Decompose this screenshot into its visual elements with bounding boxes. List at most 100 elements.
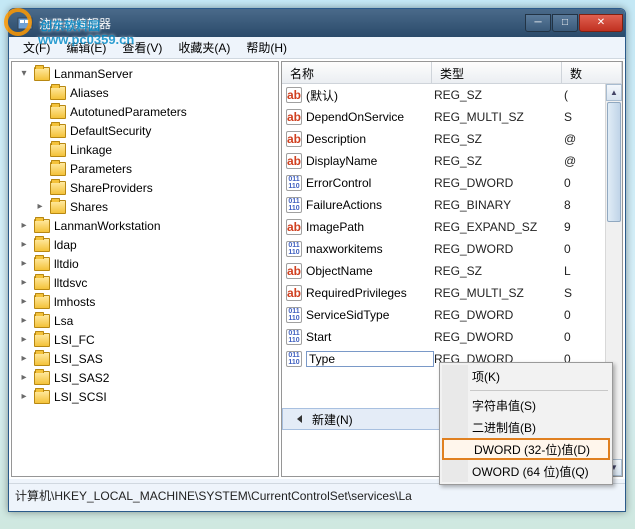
list-item[interactable]: (默认)REG_SZ( [282, 84, 622, 106]
tree-node[interactable]: AutotunedParameters [12, 102, 278, 121]
expand-icon[interactable]: ▸ [34, 201, 46, 212]
list-item[interactable]: DisplayNameREG_SZ@ [282, 150, 622, 172]
list-item[interactable]: RequiredPrivilegesREG_MULTI_SZS [282, 282, 622, 304]
binary-value-icon: 011110 [286, 175, 302, 191]
folder-icon [50, 86, 66, 100]
tree-label: Lsa [54, 314, 73, 328]
tree-node[interactable]: ▸ LSI_FC [12, 330, 278, 349]
tree-label: lltdio [54, 257, 79, 271]
value-type: REG_SZ [434, 88, 564, 102]
value-type: REG_BINARY [434, 198, 564, 212]
tree-node[interactable]: ▸ ldap [12, 235, 278, 254]
tree-node[interactable]: ShareProviders [12, 178, 278, 197]
submenu-dword[interactable]: DWORD (32-位)值(D) [442, 438, 610, 460]
submenu-key[interactable]: 项(K) [442, 365, 610, 387]
list-item[interactable]: ImagePathREG_EXPAND_SZ9 [282, 216, 622, 238]
watermark-overlay: 创东软料园 www.pc0359.cn [4, 2, 134, 47]
expand-icon[interactable]: ▸ [18, 353, 30, 364]
status-bar: 计算机\HKEY_LOCAL_MACHINE\SYSTEM\CurrentCon… [9, 483, 625, 507]
tree-label: DefaultSecurity [70, 124, 151, 138]
list-item[interactable]: DescriptionREG_SZ@ [282, 128, 622, 150]
expand-icon[interactable]: ▸ [18, 334, 30, 345]
folder-icon [50, 162, 66, 176]
tree-node[interactable]: ▾ LanmanServer [12, 64, 278, 83]
watermark-url: www.pc0359.cn [38, 32, 134, 47]
binary-value-icon: 011110 [286, 351, 302, 367]
list-item[interactable]: ObjectNameREG_SZL [282, 260, 622, 282]
maximize-button[interactable]: □ [552, 14, 578, 32]
tree-node[interactable]: ▸ lltdio [12, 254, 278, 273]
value-name: ObjectName [306, 264, 434, 278]
list-item[interactable]: DependOnServiceREG_MULTI_SZS [282, 106, 622, 128]
string-value-icon [286, 263, 302, 279]
new-submenu: 项(K) 字符串值(S) 二进制值(B) DWORD (32-位)值(D) OW… [439, 362, 613, 485]
tree-node[interactable]: ▸ lltdsvc [12, 273, 278, 292]
submenu-binary[interactable]: 二进制值(B) [442, 416, 610, 438]
value-name: ServiceSidType [306, 308, 434, 322]
tree-node[interactable]: Parameters [12, 159, 278, 178]
tree-label: LanmanWorkstation [54, 219, 161, 233]
string-value-icon [286, 109, 302, 125]
tree-label: LSI_SAS2 [54, 371, 109, 385]
tree-label: lmhosts [54, 295, 95, 309]
string-value-icon [286, 87, 302, 103]
tree-label: LanmanServer [54, 67, 133, 81]
menu-help[interactable]: 帮助(H) [238, 37, 295, 58]
list-item[interactable]: 011110FailureActionsREG_BINARY8 [282, 194, 622, 216]
tree-node[interactable]: ▸ LSI_SAS2 [12, 368, 278, 387]
expand-icon[interactable]: ▸ [18, 296, 30, 307]
expand-icon[interactable]: ▸ [18, 258, 30, 269]
expand-icon[interactable]: ▸ [18, 372, 30, 383]
tree-label: lltdsvc [54, 276, 87, 290]
expand-icon[interactable]: ▾ [18, 68, 30, 79]
tree-node[interactable]: ▸ Lsa [12, 311, 278, 330]
value-type: REG_EXPAND_SZ [434, 220, 564, 234]
string-value-icon [286, 153, 302, 169]
expand-icon[interactable]: ▸ [18, 315, 30, 326]
minimize-button[interactable]: ─ [525, 14, 551, 32]
value-type: REG_DWORD [434, 176, 564, 190]
tree-label: Aliases [70, 86, 109, 100]
folder-icon [50, 181, 66, 195]
tree-node[interactable]: ▸Shares [12, 197, 278, 216]
close-button[interactable]: ✕ [579, 14, 623, 32]
value-type: REG_SZ [434, 132, 564, 146]
tree-label: LSI_FC [54, 333, 95, 347]
value-name: ErrorControl [306, 176, 434, 190]
tree-node[interactable]: DefaultSecurity [12, 121, 278, 140]
scroll-thumb[interactable] [607, 102, 621, 222]
header-name[interactable]: 名称 [282, 62, 432, 83]
header-type[interactable]: 类型 [432, 62, 562, 83]
folder-icon [50, 105, 66, 119]
tree-node[interactable]: Linkage [12, 140, 278, 159]
submenu-string[interactable]: 字符串值(S) [442, 394, 610, 416]
tree-node[interactable]: ▸ lmhosts [12, 292, 278, 311]
expand-icon[interactable]: ▸ [18, 239, 30, 250]
tree-node[interactable]: ▸ LanmanWorkstation [12, 216, 278, 235]
list-item[interactable]: 011110StartREG_DWORD0 [282, 326, 622, 348]
value-type: REG_SZ [434, 154, 564, 168]
scroll-up-button[interactable]: ▲ [606, 84, 622, 101]
tree-node[interactable]: Aliases [12, 83, 278, 102]
menu-favorites[interactable]: 收藏夹(A) [170, 37, 238, 58]
value-name: RequiredPrivileges [306, 286, 434, 300]
expand-icon[interactable]: ▸ [18, 220, 30, 231]
list-item[interactable]: 011110maxworkitemsREG_DWORD0 [282, 238, 622, 260]
expand-icon[interactable]: ▸ [18, 391, 30, 402]
folder-icon [50, 200, 66, 214]
tree-node[interactable]: ▸LSI_SAS [12, 349, 278, 368]
binary-value-icon: 011110 [286, 307, 302, 323]
value-name: DisplayName [306, 154, 434, 168]
value-name: ImagePath [306, 220, 434, 234]
expand-icon[interactable]: ▸ [18, 277, 30, 288]
folder-icon [34, 352, 50, 366]
list-item[interactable]: 011110ErrorControlREG_DWORD0 [282, 172, 622, 194]
submenu-qword[interactable]: OWORD (64 位)值(Q) [442, 460, 610, 482]
value-type: REG_DWORD [434, 330, 564, 344]
tree-label: ldap [54, 238, 77, 252]
tree-label: Parameters [70, 162, 132, 176]
list-item[interactable]: 011110ServiceSidTypeREG_DWORD0 [282, 304, 622, 326]
tree-node[interactable]: ▸LSI_SCSI [12, 387, 278, 406]
header-data[interactable]: 数 [562, 62, 622, 83]
registry-tree[interactable]: ▾ LanmanServer Aliases AutotunedParameters D… [11, 61, 279, 477]
